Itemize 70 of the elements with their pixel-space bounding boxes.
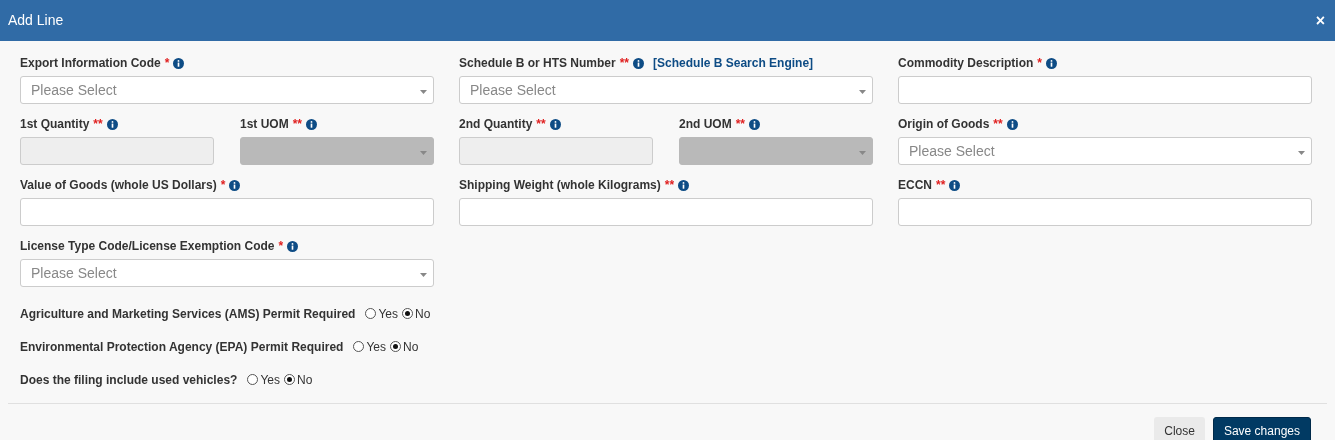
select-field[interactable]: Please Select [459, 76, 873, 104]
radio-label: No [296, 371, 313, 389]
radio-button[interactable] [247, 374, 259, 385]
required-mark: * [164, 55, 170, 72]
info-icon [633, 57, 645, 69]
radio-button[interactable] [283, 374, 295, 385]
radio-button[interactable] [365, 308, 377, 319]
required-mark: ** [619, 55, 630, 72]
info-icon [306, 118, 318, 130]
info-icon [949, 179, 961, 191]
field-label: License Type Code/License Exemption Code [20, 238, 275, 255]
input-field[interactable] [20, 198, 434, 226]
radio-label: No [415, 305, 431, 323]
select-field[interactable]: Please Select [898, 137, 1312, 165]
caret-icon [859, 90, 866, 94]
field-label: 2nd Quantity [459, 116, 533, 133]
required-mark: ** [936, 177, 946, 194]
field-label: 1st Quantity [20, 116, 90, 133]
required-mark: ** [993, 116, 1003, 133]
info-icon [106, 118, 118, 130]
field-label: Schedule B or HTS Number [459, 55, 616, 72]
field-label: 1st UOM [240, 116, 289, 133]
caret-icon [420, 90, 427, 94]
field-label: ECCN [898, 177, 932, 194]
required-mark: ** [93, 116, 103, 133]
save-button[interactable]: Save changes [1212, 417, 1311, 440]
dialog-title: Add Line [8, 11, 64, 30]
caret-icon [859, 151, 866, 155]
required-mark: * [278, 238, 284, 255]
required-mark: ** [292, 116, 303, 133]
caret-icon [1298, 151, 1305, 155]
info-icon [229, 179, 241, 191]
close-button[interactable]: × [1315, 8, 1327, 33]
input-field[interactable] [459, 198, 873, 226]
field-label: Shipping Weight (whole Kilograms) [459, 177, 661, 194]
search-engine-link[interactable]: [Schedule B Search Engine] [653, 54, 814, 72]
input-field[interactable] [898, 198, 1312, 226]
info-icon [287, 240, 299, 252]
caret-icon [420, 273, 427, 277]
field-label: 2nd UOM [679, 116, 732, 133]
info-icon [549, 118, 561, 130]
info-icon [1006, 118, 1018, 130]
radio-button[interactable] [402, 308, 413, 319]
field-label: Origin of Goods [898, 116, 990, 133]
select-field[interactable]: Please Select [20, 259, 434, 287]
info-icon [749, 118, 760, 130]
question-label: Does the filing include used vehicles? [20, 371, 238, 389]
radio-button[interactable] [389, 341, 401, 352]
required-mark: ** [735, 116, 745, 133]
radio-label: Yes [260, 371, 280, 389]
info-icon [1046, 57, 1058, 69]
close-button[interactable]: Close [1154, 417, 1205, 440]
field-label: Export Information Code [20, 55, 161, 72]
question-label: Environmental Protection Agency (EPA) Permit Required [20, 338, 344, 356]
radio-label: Yes [378, 305, 398, 323]
radio-label: Yes [366, 338, 386, 356]
field-label: Value of Goods (whole US Dollars) [20, 177, 217, 194]
caret-icon [420, 151, 427, 155]
required-mark: ** [536, 116, 546, 133]
radio-button[interactable] [353, 341, 365, 352]
required-mark: * [220, 177, 226, 194]
required-mark: ** [664, 177, 675, 194]
required-mark: * [1037, 55, 1043, 72]
radio-label: No [402, 338, 419, 356]
select-field[interactable]: Please Select [20, 76, 434, 104]
question-label: Agriculture and Marketing Services (AMS) Permit Required [20, 305, 356, 323]
input-field[interactable] [898, 76, 1312, 104]
info-icon [173, 57, 185, 69]
field-label: Commodity Description [898, 55, 1034, 72]
info-icon [678, 179, 690, 191]
